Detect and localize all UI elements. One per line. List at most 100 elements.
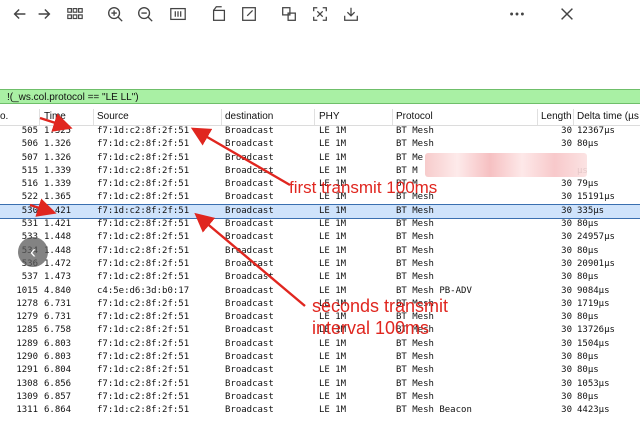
packet-cell-no: 1015 xyxy=(16,285,38,296)
packet-row[interactable]: 1309 6.857 f7:1d:c2:8f:2f:51 Broadcast LE 1M… xyxy=(0,391,640,404)
packet-row[interactable]: 1279 6.731 f7:1d:c2:8f:2f:51 Broadcast LE 1M… xyxy=(0,311,640,324)
packet-cell-delta: 80µs xyxy=(577,245,599,256)
forward-icon[interactable] xyxy=(33,3,55,25)
packet-cell-len: 30 xyxy=(561,298,572,309)
rotate-icon[interactable] xyxy=(208,3,230,25)
column-header-delta[interactable]: Delta time (µs e xyxy=(577,111,640,122)
viewer-toolbar xyxy=(0,0,640,28)
packet-cell-dst: Broadcast xyxy=(225,165,274,176)
packet-cell-time: 6.731 xyxy=(44,298,72,309)
packet-cell-time: 1.472 xyxy=(44,258,72,269)
packet-row[interactable]: 531 1.421 f7:1d:c2:8f:2f:51 Broadcast LE 1M B… xyxy=(0,218,640,231)
close-icon[interactable] xyxy=(556,3,578,25)
packet-cell-src: f7:1d:c2:8f:2f:51 xyxy=(97,126,190,136)
zoom-out-icon[interactable] xyxy=(134,3,156,25)
packet-cell-no: 1279 xyxy=(16,312,38,323)
packet-cell-delta: µs xyxy=(577,165,588,176)
packet-cell-time: 6.803 xyxy=(44,352,72,363)
packet-cell-delta: 1719µs xyxy=(577,298,610,309)
packet-row[interactable]: 530 1.421 f7:1d:c2:8f:2f:51 Broadcast LE 1M B… xyxy=(0,203,640,220)
packet-cell-dst: Broadcast xyxy=(225,126,274,136)
packet-cell-delta: 1053µs xyxy=(577,378,610,389)
download-icon[interactable] xyxy=(340,3,362,25)
packet-cell-phy: LE 1M xyxy=(319,219,347,230)
packet-row[interactable]: 537 1.473 f7:1d:c2:8f:2f:51 Broadcast LE 1M B… xyxy=(0,271,640,284)
packet-row[interactable]: 533 1.448 f7:1d:c2:8f:2f:51 Broadcast LE 1M B… xyxy=(0,231,640,244)
packet-cell-prot: BT M xyxy=(396,165,418,176)
display-filter-text: !(_ws.col.protocol == "LE LL") xyxy=(7,92,139,103)
packet-cell-len: 30 xyxy=(561,232,572,243)
packet-cell-phy: LE 1M xyxy=(319,285,347,296)
scan-icon[interactable] xyxy=(309,3,331,25)
packet-cell-len: 30 xyxy=(561,285,572,296)
packet-cell-len: 30 xyxy=(561,258,572,269)
packet-row[interactable]: 1285 6.758 f7:1d:c2:8f:2f:51 Broadcast LE 1M… xyxy=(0,324,640,337)
packet-cell-dst: Broadcast xyxy=(225,139,274,150)
packet-row[interactable]: 505 1.325 f7:1d:c2:8f:2f:51 Broadcast LE 1M B… xyxy=(0,125,640,138)
packet-row[interactable]: 1311 6.864 f7:1d:c2:8f:2f:51 Broadcast LE 1M… xyxy=(0,404,640,417)
packet-cell-src: f7:1d:c2:8f:2f:51 xyxy=(97,352,190,363)
packet-cell-src: f7:1d:c2:8f:2f:51 xyxy=(97,152,190,163)
packet-cell-time: 6.758 xyxy=(44,325,72,336)
packet-cell-phy: LE 1M xyxy=(319,378,347,389)
column-header-source[interactable]: Source xyxy=(97,111,129,122)
zoom-in-icon[interactable] xyxy=(104,3,126,25)
packet-cell-phy: LE 1M xyxy=(319,298,347,309)
column-header-phy[interactable]: PHY xyxy=(319,111,340,122)
edit-icon[interactable] xyxy=(238,3,260,25)
packet-row[interactable]: 1289 6.803 f7:1d:c2:8f:2f:51 Broadcast LE 1M… xyxy=(0,338,640,351)
packet-cell-no: 505 xyxy=(21,126,38,136)
column-header-length[interactable]: Length xyxy=(541,111,572,122)
packet-row[interactable]: 1308 6.856 f7:1d:c2:8f:2f:51 Broadcast LE 1M… xyxy=(0,378,640,391)
packet-row[interactable]: 507 1.326 f7:1d:c2:8f:2f:51 Broadcast LE 1M B… xyxy=(0,152,640,165)
column-header-no[interactable]: o. xyxy=(0,111,8,122)
packet-cell-prot: BT Mesh xyxy=(396,258,434,269)
packet-cell-dst: Broadcast xyxy=(225,312,274,323)
packet-cell-src: f7:1d:c2:8f:2f:51 xyxy=(97,272,190,283)
packet-cell-phy: LE 1M xyxy=(319,152,347,163)
packet-row[interactable]: 1278 6.731 f7:1d:c2:8f:2f:51 Broadcast LE 1M… xyxy=(0,298,640,311)
packet-cell-delta: 80µs xyxy=(577,365,599,376)
packet-cell-no: 537 xyxy=(21,272,38,283)
packet-list-header: o. Time Source destination PHY Protocol … xyxy=(0,109,640,126)
grid-icon[interactable] xyxy=(64,3,86,25)
packet-cell-dst: Broadcast xyxy=(225,179,274,190)
packet-row[interactable]: 522 1.365 f7:1d:c2:8f:2f:51 Broadcast LE 1M B… xyxy=(0,191,640,204)
packet-cell-phy: LE 1M xyxy=(319,205,347,216)
column-header-time[interactable]: Time xyxy=(44,111,66,122)
packet-row[interactable]: 1290 6.803 f7:1d:c2:8f:2f:51 Broadcast LE 1M… xyxy=(0,351,640,364)
packet-row[interactable]: 506 1.326 f7:1d:c2:8f:2f:51 Broadcast LE 1M B… xyxy=(0,138,640,151)
packet-cell-phy: LE 1M xyxy=(319,139,347,150)
packet-cell-len: 30 xyxy=(561,126,572,136)
packet-cell-dst: Broadcast xyxy=(225,258,274,269)
column-header-protocol[interactable]: Protocol xyxy=(396,111,433,122)
packet-cell-dst: Broadcast xyxy=(225,325,274,336)
back-icon[interactable] xyxy=(9,3,31,25)
packet-cell-delta: 80µs xyxy=(577,219,599,230)
packet-row[interactable]: 1291 6.804 f7:1d:c2:8f:2f:51 Broadcast LE 1M… xyxy=(0,364,640,377)
packet-cell-no: 534 xyxy=(21,245,38,256)
packet-row[interactable]: 1015 4.840 c4:5e:d6:3d:b0:17 Broadcast LE 1M… xyxy=(0,285,640,298)
packet-cell-phy: LE 1M xyxy=(319,405,347,416)
more-icon[interactable] xyxy=(506,3,528,25)
packet-cell-no: 1291 xyxy=(16,365,38,376)
packet-cell-time: 1.421 xyxy=(44,219,72,230)
display-filter-bar[interactable]: !(_ws.col.protocol == "LE LL") xyxy=(0,89,640,104)
packet-cell-time: 6.803 xyxy=(44,338,72,349)
packet-cell-prot: BT Mesh xyxy=(396,232,434,243)
packet-row[interactable]: 516 1.339 f7:1d:c2:8f:2f:51 Broadcast LE 1M B… xyxy=(0,178,640,191)
packet-cell-dst: Broadcast xyxy=(225,365,274,376)
packet-row[interactable]: 534 1.448 f7:1d:c2:8f:2f:51 Broadcast LE 1M B… xyxy=(0,245,640,258)
packet-cell-time: 1.448 xyxy=(44,232,72,243)
packet-cell-dst: Broadcast xyxy=(225,378,274,389)
column-header-destination[interactable]: destination xyxy=(225,111,273,122)
packet-cell-time: 6.731 xyxy=(44,312,72,323)
fit-icon[interactable] xyxy=(167,3,189,25)
packet-cell-src: f7:1d:c2:8f:2f:51 xyxy=(97,219,190,230)
translate-icon[interactable] xyxy=(278,3,300,25)
packet-cell-prot: BT Mesh xyxy=(396,378,434,389)
packet-cell-delta: 4423µs xyxy=(577,405,610,416)
packet-cell-phy: LE 1M xyxy=(319,232,347,243)
packet-row[interactable]: 515 1.339 f7:1d:c2:8f:2f:51 Broadcast LE 1M B… xyxy=(0,165,640,178)
packet-row[interactable]: 536 1.472 f7:1d:c2:8f:2f:51 Broadcast LE 1M B… xyxy=(0,258,640,271)
